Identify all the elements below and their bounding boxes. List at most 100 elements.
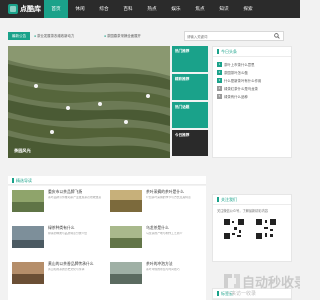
article-card[interactable]: 重庆市以茶品牌飞扬 茶叶品牌宣传推动茶产业发展茶农增收致富 [12,190,110,216]
nav-item-explore[interactable]: 探索 [236,0,260,18]
qr-codes [213,216,291,242]
list-item-text: 绿茶有什么品种 [224,94,248,99]
article-thumbnail [110,262,142,284]
article-thumbnail [12,190,44,212]
thumbnail-image [12,226,44,248]
article-thumbnail [12,262,44,284]
hero-image[interactable]: 茶园风光 [8,46,170,158]
notice-item-text: 茶业发展茶农增收新动力 [37,34,75,38]
notice-strip: 最新公告 ● 茶业发展茶农增收新动力 ● 茶园春茶采摘全面展开 [8,30,292,42]
search-button[interactable] [271,32,283,40]
page: 点酷库 首页 休闲 综合 百科 热点 娱乐 焦点 知识 探索 最新公告 ● 茶业… [0,0,300,300]
notice-dot-icon: ● [104,34,107,38]
notice-tag: 最新公告 [8,32,30,40]
logo-icon [8,4,18,14]
article-card[interactable]: 茶叶采摘的茶叶是什么 介绍茶叶采摘的季节与方式及其特点 [110,190,208,216]
article-title: 绿茶种类有什么 [48,226,75,230]
list-item[interactable]: 5 绿茶有什么品种 [213,92,291,100]
list-item[interactable]: 3 什么是新茶叶有什么作用 [213,76,291,84]
nav-item-focus[interactable]: 焦点 [188,0,212,18]
accent-bar [217,291,219,296]
accent-bar [12,177,14,183]
article-title: 黄山的以茶香品牌传承什么 [48,262,94,266]
list-item[interactable]: 2 茶园茶叶怎么做 [213,68,291,76]
thumbnail-image [110,226,142,248]
article-card[interactable]: 绿茶种类有什么 绿茶的种类与品质特点分类介绍 [12,226,110,252]
article-desc: 介绍茶叶采摘的季节与方式及其特点 [146,196,191,199]
article-desc: 茶叶冲泡的水温与时间技巧 [146,268,180,271]
rank-icon: 3 [217,77,222,83]
nav-item-leisure[interactable]: 休闲 [68,0,92,18]
watermark: 自动秒收录 一来访一收录 [220,270,300,300]
card-title: 今日头条 [221,48,237,54]
nav-item-entertainment[interactable]: 娱乐 [164,0,188,18]
article-card[interactable]: 黄山的以茶香品牌传承什么 黄山毛峰茶的历史文化与传承 [12,262,110,288]
notice-item[interactable]: ● 茶园春茶采摘全面展开 [104,32,141,40]
rank-icon: 2 [217,69,222,75]
nav-item-general[interactable]: 综合 [92,0,116,18]
tile-label: 精彩推荐 [175,77,190,81]
article-desc: 绿茶的种类与品质特点分类介绍 [48,232,88,235]
article-desc: 乌龙茶的产地与制作工艺简介 [146,232,183,235]
list-item-text: 绿茶红茶什么是乌龙茶 [224,86,258,91]
article-title: 重庆市以茶品牌飞扬 [48,190,83,194]
logo-text: 点酷库 [20,6,41,13]
article-desc: 黄山毛峰茶的历史文化与传承 [48,268,85,271]
follow-text: 关注微信公众号，了解最新精彩内容 [217,209,268,213]
tile-label: 热门推荐 [175,49,190,53]
search-icon [274,33,280,39]
watermark-subtext: 一来访一收录 [226,291,257,297]
thumbnail-image [12,190,44,212]
watermark-logo-icon [224,274,240,288]
tea-field-photo [8,46,170,158]
main-nav: 首页 休闲 综合 百科 热点 娱乐 焦点 知识 探索 [44,0,260,18]
hero-caption: 茶园风光 [14,148,31,153]
nav-item-hot[interactable]: 热点 [140,0,164,18]
article-grid: 重庆市以茶品牌飞扬 茶叶品牌宣传推动茶产业发展茶农增收致富 茶叶采摘的茶叶是什么… [8,186,206,300]
nav-item-knowledge[interactable]: 知识 [212,0,236,18]
notice-item-text: 茶园春茶采摘全面展开 [107,34,141,38]
list-item[interactable]: 4 绿茶红茶什么是乌龙茶 [213,84,291,92]
card-header: 今日头条 [213,47,291,57]
tile-today[interactable]: 今日推荐 [172,130,208,156]
top-navigation-bar: 点酷库 首页 休闲 综合 百科 热点 娱乐 焦点 知识 探索 [0,0,300,18]
search-input[interactable] [187,33,271,40]
tile-label: 热门话题 [175,105,190,109]
accent-bar [217,49,219,54]
section-title: 精选导读 [16,177,32,183]
card-title: 关注我们 [221,196,237,202]
article-title: 茶叶采摘的茶叶是什么 [146,190,184,194]
article-thumbnail [12,226,44,248]
article-desc: 茶叶品牌宣传推动茶产业发展茶农增收致富 [48,196,102,199]
tile-hot-recommend[interactable]: 热门推荐 [172,46,208,72]
list-item-text: 茶园茶叶怎么做 [224,70,248,75]
headline-list: 1 茶叶上市茶什么意思 2 茶园茶叶怎么做 3 什么是新茶叶有什么作用 4 绿茶… [213,57,291,100]
tile-featured[interactable]: 精彩推荐 [172,74,208,100]
today-headlines-card: 今日头条 1 茶叶上市茶什么意思 2 茶园茶叶怎么做 3 什么是新茶叶有什么作用… [212,46,292,158]
search-box [184,31,284,41]
notice-item[interactable]: ● 茶业发展茶农增收新动力 [34,32,74,40]
nav-item-encyclopedia[interactable]: 百科 [116,0,140,18]
qr-code-icon [223,218,245,240]
card-header: 关注我们 [213,195,291,205]
accent-bar [217,197,219,202]
nav-item-home[interactable]: 首页 [44,0,68,18]
list-item[interactable]: 1 茶叶上市茶什么意思 [213,60,291,68]
article-thumbnail [110,226,142,248]
thumbnail-image [110,262,142,284]
list-item-text: 茶叶上市茶什么意思 [224,62,255,67]
tile-hot-topics[interactable]: 热门话题 [172,102,208,128]
article-thumbnail [110,190,142,212]
article-card[interactable]: 茶叶的冲泡方法 茶叶冲泡的水温与时间技巧 [110,262,208,288]
section-header: 精选导读 [8,176,206,185]
article-card[interactable]: 乌龙茶是什么 乌龙茶的产地与制作工艺简介 [110,226,208,252]
rank-icon: 5 [217,93,222,99]
thumbnail-image [110,190,142,212]
thumbnail-image [12,262,44,284]
rank-icon: 1 [217,61,222,67]
list-item-text: 什么是新茶叶有什么作用 [224,78,262,83]
follow-card: 关注我们 关注微信公众号，了解最新精彩内容 [212,194,292,262]
qr-code-icon [255,218,277,240]
article-title: 茶叶的冲泡方法 [146,262,173,266]
watermark-text: 自动秒收录 [242,275,300,290]
